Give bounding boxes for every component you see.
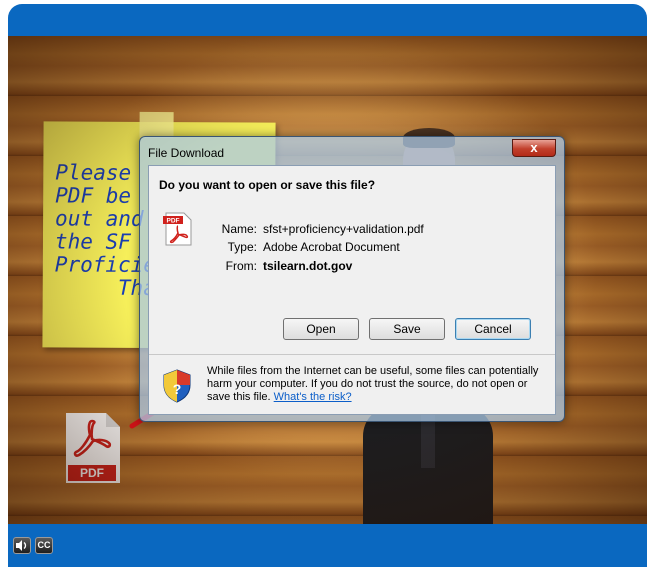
player-frame: Please PDF be out and the SF Proficie Th… — [8, 4, 647, 567]
from-label: From: — [225, 259, 257, 273]
from-value: tsilearn.dot.gov — [263, 259, 353, 273]
name-value: sfst+proficiency+validation.pdf — [263, 222, 424, 236]
pdf-document-icon: PDF — [163, 212, 192, 246]
dialog-question: Do you want to open or save this file? — [159, 178, 376, 192]
type-label: Type: — [227, 240, 257, 254]
type-value: Adobe Acrobat Document — [263, 240, 400, 254]
svg-text:?: ? — [173, 381, 182, 397]
dialog-warning: ? While files from the Internet can be u… — [149, 355, 555, 414]
volume-icon — [16, 540, 27, 551]
cancel-button[interactable]: Cancel — [455, 318, 531, 340]
close-icon: x — [530, 140, 538, 155]
cc-icon: CC — [37, 540, 51, 550]
file-download-dialog: File Download x Do you want to open or s… — [139, 136, 565, 422]
close-button[interactable]: x — [512, 139, 556, 157]
dialog-body: Do you want to open or save this file? P… — [148, 165, 556, 415]
dialog-title: File Download — [148, 146, 225, 160]
pdf-document-label: PDF — [167, 218, 180, 225]
name-label: Name: — [221, 222, 257, 236]
file-name-row: Name: sfst+proficiency+validation.pdf — [195, 222, 424, 236]
file-from-row: From: tsilearn.dot.gov — [195, 259, 353, 273]
whats-the-risk-link[interactable]: What's the risk? — [274, 391, 352, 403]
volume-button[interactable] — [13, 537, 31, 554]
file-type-row: Type: Adobe Acrobat Document — [195, 240, 400, 254]
open-button[interactable]: Open — [283, 318, 359, 340]
warning-text: While files from the Internet can be use… — [207, 365, 539, 403]
player-control-bar: CC — [8, 524, 647, 567]
cc-button[interactable]: CC — [35, 537, 53, 554]
shield-icon: ? — [163, 369, 191, 403]
save-button[interactable]: Save — [369, 318, 445, 340]
